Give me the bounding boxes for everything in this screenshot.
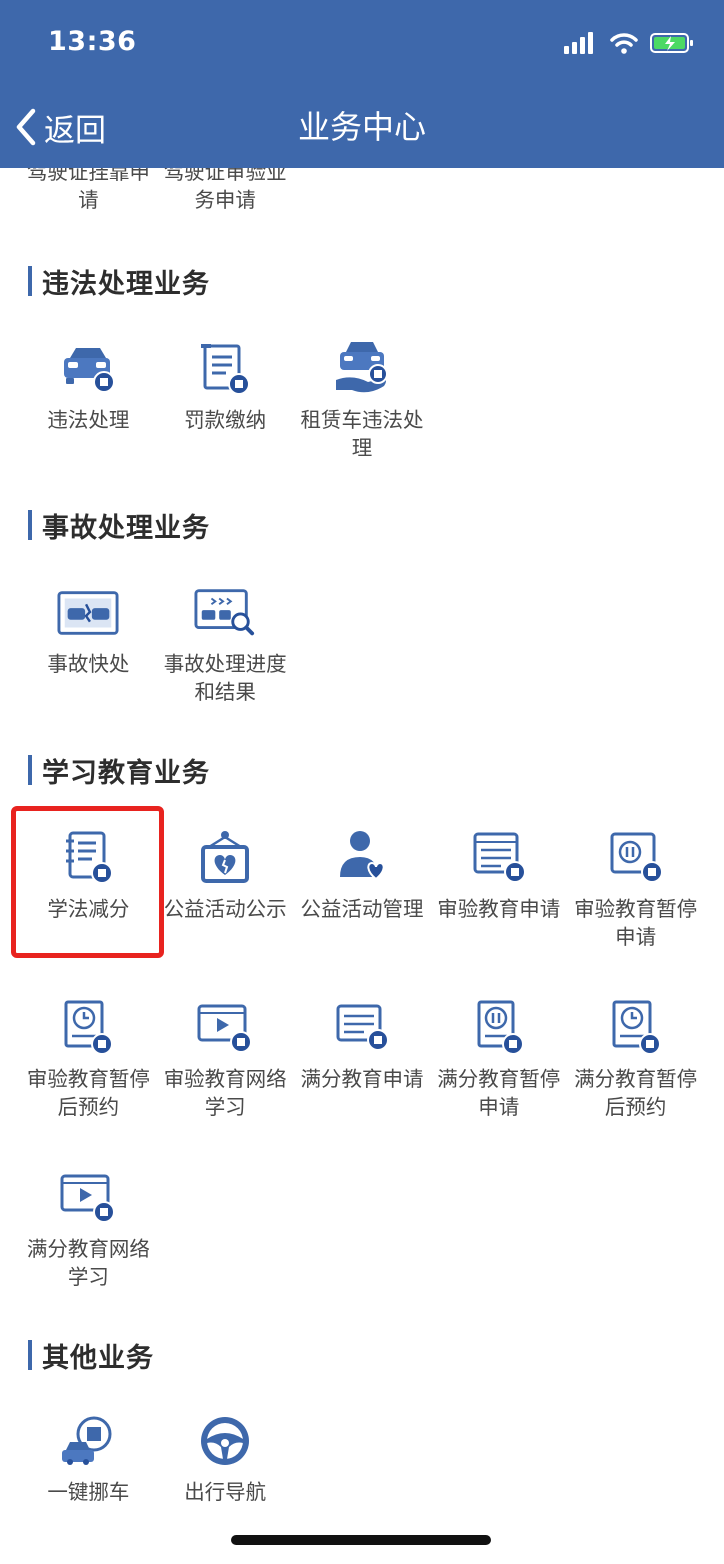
accident-progress-icon [194,582,256,644]
section-marker [28,510,32,540]
study-notebook-icon [57,827,119,889]
section-title-accident: 事故处理业务 [28,508,210,544]
service-item-fullscore-education[interactable]: 满分教育申请 [294,993,431,1163]
education-grid: 学法减分 公益活动公示 公益活动管理 审验教育申请 审验教育暂停申请 审验教育暂… [20,823,704,1333]
section-title-other: 其他业务 [28,1338,154,1374]
fullscore-appointment-icon [605,997,667,1059]
wifi-icon [610,33,638,54]
fine-document-icon [194,338,256,400]
section-marker [28,1340,32,1370]
service-item-license-review[interactable]: 驾驶证审验业务申请 [157,168,294,218]
service-item-violation-handling[interactable]: 违法处理 [20,334,157,504]
review-appointment-icon [57,997,119,1059]
home-indicator[interactable] [231,1535,491,1545]
service-item-accident-progress[interactable]: 事故处理进度和结果 [157,578,294,748]
fullscore-pause-icon [468,997,530,1059]
section-title-violation: 违法处理业务 [28,264,210,300]
review-online-icon [194,997,256,1059]
partial-row: 驾驶证挂靠申请 驾驶证审验业务申请 [20,168,704,218]
car-violation-icon [57,338,119,400]
back-button[interactable]: 返回 [14,104,106,150]
service-item-fullscore-appointment[interactable]: 满分教育暂停后预约 [567,993,704,1163]
service-item-review-online[interactable]: 审验教育网络学习 [157,993,294,1163]
service-item-fullscore-online[interactable]: 满分教育网络学习 [20,1163,157,1333]
section-marker [28,266,32,296]
steering-wheel-icon [194,1410,256,1472]
section-title-education: 学习教育业务 [28,753,210,789]
violation-grid: 违法处理 罚款缴纳 租赁车违法处理 [20,334,704,504]
service-item-charity-management[interactable]: 公益活动管理 [294,823,431,993]
section-marker [28,755,32,785]
fullscore-education-icon [331,997,393,1059]
move-car-icon [57,1410,119,1472]
status-icons [564,28,694,58]
review-education-icon [468,827,530,889]
service-item-study-deduction[interactable]: 学法减分 [20,823,157,993]
service-item-fine-payment[interactable]: 罚款缴纳 [157,334,294,504]
service-item-charity-announcement[interactable]: 公益活动公示 [157,823,294,993]
service-item-move-car[interactable]: 一键挪车 [20,1406,157,1564]
service-item-review-education[interactable]: 审验教育申请 [430,823,567,993]
service-item-review-appointment[interactable]: 审验教育暂停后预约 [20,993,157,1163]
rental-car-violation-icon [331,338,393,400]
service-item-review-pause[interactable]: 审验教育暂停申请 [567,823,704,993]
battery-charging-icon [650,33,693,53]
accident-quick-icon [57,582,119,644]
app-header: 13:36 返回 业务中心 [0,0,724,168]
service-item-fullscore-pause[interactable]: 满分教育暂停申请 [430,993,567,1163]
accident-grid: 事故快处 事故处理进度和结果 [20,578,704,748]
service-item-license-hanging[interactable]: 驾驶证挂靠申请 [20,168,157,218]
review-pause-icon [605,827,667,889]
page-title: 业务中心 [297,108,426,146]
status-time: 13:36 [48,26,137,57]
signal-icon [564,32,593,54]
service-item-accident-quick[interactable]: 事故快处 [20,578,157,748]
fullscore-online-icon [57,1167,119,1229]
charity-announcement-icon [194,827,256,889]
back-label: 返回 [44,112,106,149]
charity-management-icon [331,827,393,889]
service-item-rental-violation[interactable]: 租赁车违法处理 [294,334,431,504]
chevron-left-icon [16,108,36,146]
service-list[interactable]: 驾驶证挂靠申请 驾驶证审验业务申请 违法处理业务 违法处理 罚款缴纳 租赁车违法… [0,168,724,1564]
